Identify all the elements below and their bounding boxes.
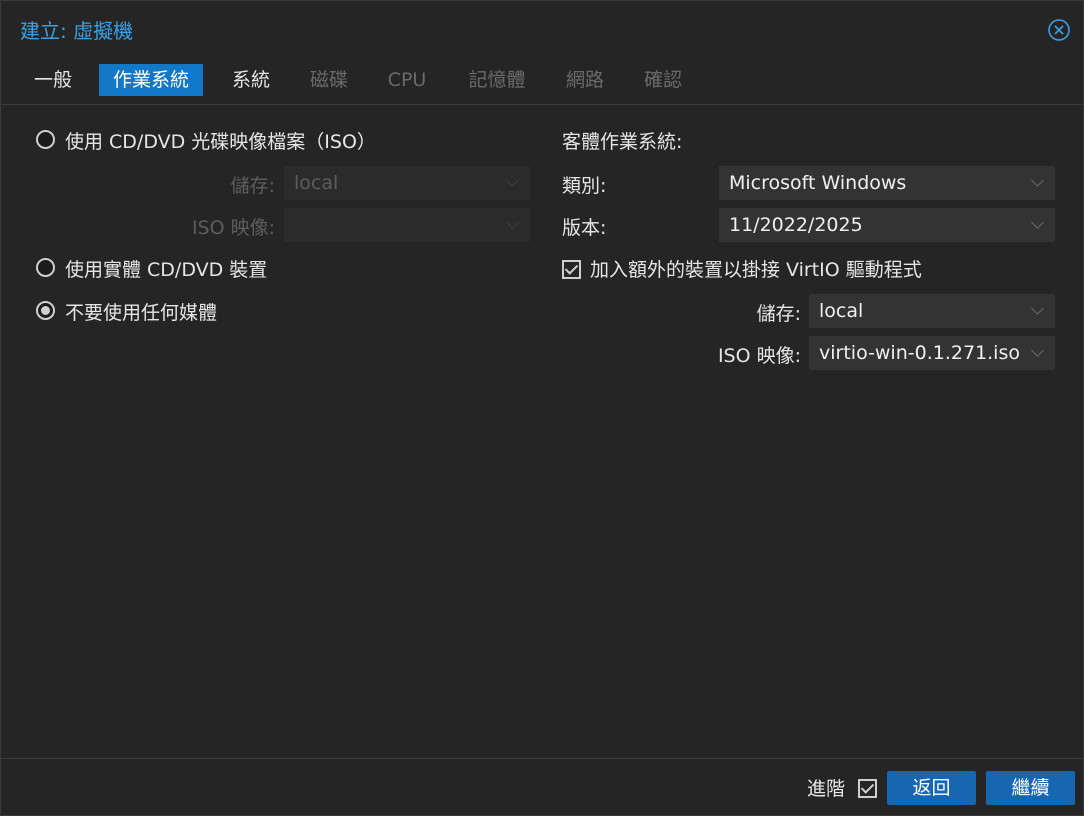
chevron-down-icon <box>506 174 519 187</box>
back-button[interactable]: 返回 <box>887 771 976 805</box>
create-vm-dialog: 建立: 虛擬機 一般 作業系統 系統 磁碟 CPU 記憶體 網路 確認 使用 C… <box>0 0 1084 816</box>
virtio-checkbox-label: 加入額外的裝置以掛接 VirtIO 驅動程式 <box>590 259 922 281</box>
chevron-down-icon <box>1031 302 1044 315</box>
next-button[interactable]: 繼續 <box>986 771 1075 805</box>
no-media-label: 不要使用任何媒體 <box>65 302 218 324</box>
iso-storage-select[interactable]: local <box>284 166 530 200</box>
advanced-label: 進階 <box>807 778 846 800</box>
tab-system[interactable]: 系統 <box>219 64 283 96</box>
chevron-down-icon <box>1031 174 1044 187</box>
os-version-value: 11/2022/2025 <box>729 214 863 236</box>
virtio-storage-select[interactable]: local <box>809 294 1055 328</box>
guest-os-heading: 客體作業系統: <box>562 131 683 153</box>
tab-network[interactable]: 網路 <box>553 64 617 96</box>
tab-disks[interactable]: 磁碟 <box>297 64 361 96</box>
tab-divider <box>1 104 1083 105</box>
tab-os[interactable]: 作業系統 <box>99 64 203 96</box>
chevron-down-icon <box>1031 344 1044 357</box>
iso-storage-value: local <box>294 172 339 194</box>
iso-radio[interactable] <box>36 130 55 149</box>
footer-divider <box>1 758 1083 759</box>
virtio-storage-label: 儲存: <box>756 303 801 325</box>
tab-general[interactable]: 一般 <box>21 64 85 96</box>
iso-image-select[interactable] <box>284 208 530 242</box>
no-media-radio[interactable] <box>36 301 55 320</box>
os-type-select[interactable]: Microsoft Windows <box>719 166 1055 200</box>
os-type-value: Microsoft Windows <box>729 172 907 194</box>
close-icon[interactable] <box>1048 19 1070 41</box>
advanced-checkbox[interactable] <box>858 779 877 798</box>
tab-confirm[interactable]: 確認 <box>631 64 695 96</box>
os-version-label: 版本: <box>562 217 607 239</box>
physical-drive-radio[interactable] <box>36 258 55 277</box>
tab-memory[interactable]: 記憶體 <box>457 64 537 96</box>
chevron-down-icon <box>1031 216 1044 229</box>
iso-option-label: 使用 CD/DVD 光碟映像檔案（ISO） <box>65 131 376 153</box>
virtio-iso-select[interactable]: virtio-win-0.1.271.iso <box>809 336 1055 370</box>
iso-image-label: ISO 映像: <box>191 217 275 239</box>
virtio-checkbox[interactable] <box>562 260 581 279</box>
dialog-title: 建立: 虛擬機 <box>20 19 134 43</box>
virtio-storage-value: local <box>819 300 864 322</box>
virtio-iso-label: ISO 映像: <box>717 345 801 367</box>
iso-storage-label: 儲存: <box>230 175 275 197</box>
os-version-select[interactable]: 11/2022/2025 <box>719 208 1055 242</box>
physical-drive-label: 使用實體 CD/DVD 裝置 <box>65 259 268 281</box>
tab-cpu[interactable]: CPU <box>375 64 439 96</box>
virtio-iso-value: virtio-win-0.1.271.iso <box>819 342 1020 364</box>
tab-bar: 一般 作業系統 系統 磁碟 CPU 記憶體 網路 確認 <box>1 64 1083 104</box>
os-type-label: 類別: <box>562 175 607 197</box>
chevron-down-icon <box>506 216 519 229</box>
